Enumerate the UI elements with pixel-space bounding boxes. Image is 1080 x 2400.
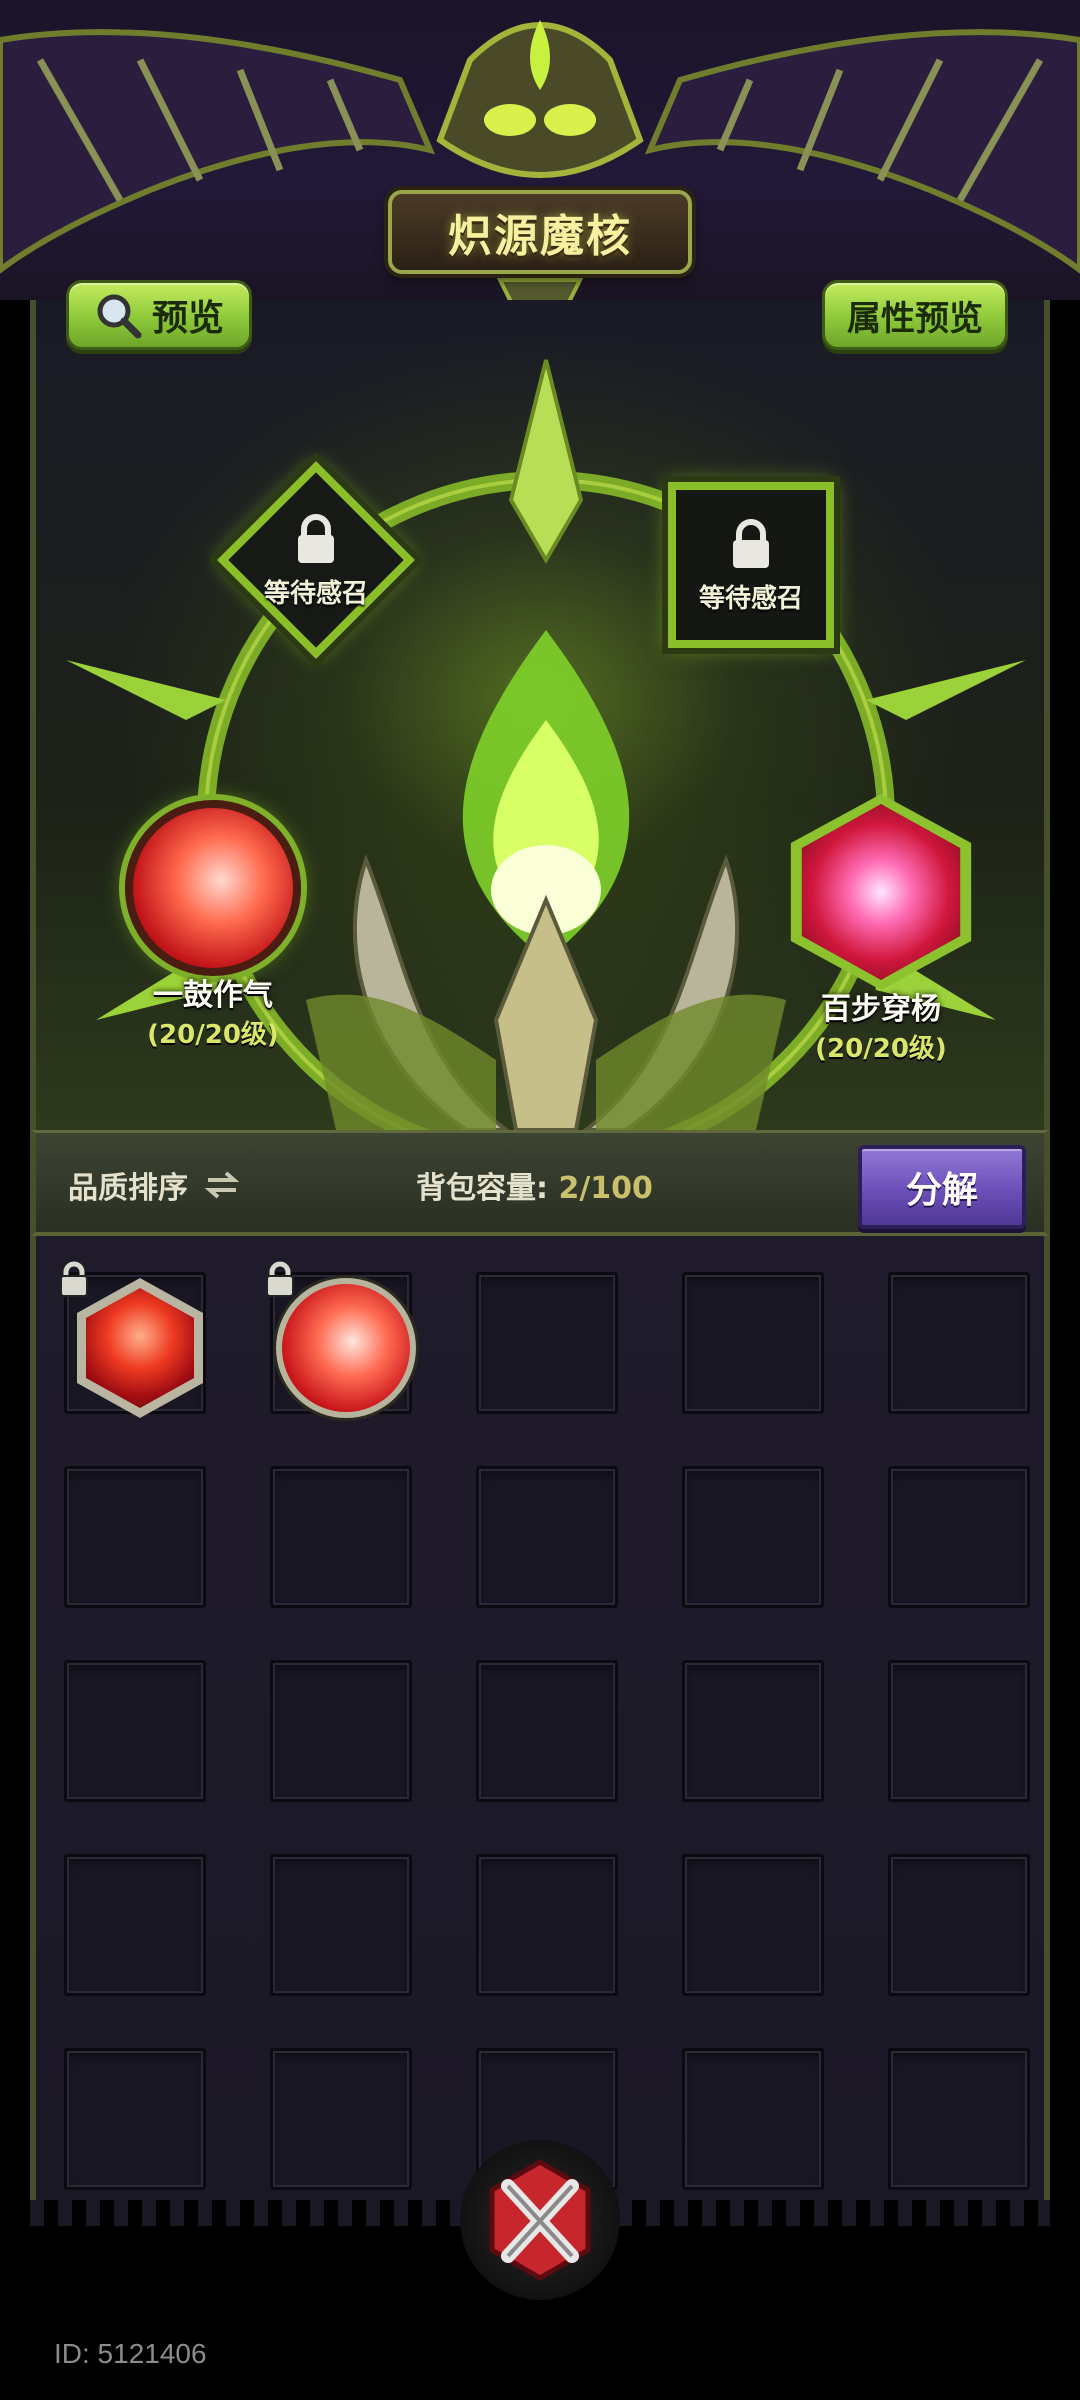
inventory-grid (30, 1236, 1050, 2216)
attribute-preview-label: 属性预览 (847, 298, 983, 339)
locked-slot-label: 等待感召 (698, 583, 803, 614)
inventory-slot[interactable] (888, 1272, 1030, 1414)
lock-icon (297, 513, 334, 563)
close-button[interactable] (460, 2140, 620, 2300)
inventory-slot[interactable] (682, 1466, 824, 1608)
locked-slot-label: 等待感召 (263, 578, 368, 609)
inventory-slot[interactable] (682, 1854, 824, 1996)
bag-capacity: 背包容量: 2/100 (416, 1163, 653, 1207)
inventory-item[interactable] (266, 1261, 416, 1418)
inventory-item[interactable] (60, 1261, 210, 1418)
lock-icon (733, 518, 769, 568)
inventory-slot[interactable] (888, 2048, 1030, 2190)
inventory-slot[interactable] (270, 1854, 412, 1996)
locked-slot-left[interactable]: 等待感召 (216, 460, 416, 660)
inventory-slot[interactable] (64, 1854, 206, 1996)
inventory-slot[interactable] (476, 1660, 618, 1802)
decompose-label: 分解 (905, 1170, 978, 1211)
equipped-skill-left[interactable]: 一鼓作气 (20/20级) (108, 800, 318, 1051)
inventory-slot[interactable] (476, 1466, 618, 1608)
inventory-slot[interactable] (270, 1466, 412, 1608)
page-title: 炽源魔核 (448, 211, 632, 262)
screen: 炽源魔核 等待感召 等待感召 一鼓作气 (20/20级) 百步穿杨 (20/20… (0, 0, 1080, 2400)
preview-button[interactable]: 预览 (66, 280, 252, 350)
user-id: ID: 5121406 (54, 2338, 207, 2369)
title-plate: 炽源魔核 (388, 190, 692, 274)
inventory-slot[interactable] (888, 1466, 1030, 1608)
equipped-skill-right[interactable]: 百步穿杨 (20/20级) (776, 794, 986, 1065)
preview-label: 预览 (151, 298, 224, 339)
inventory-slot[interactable] (64, 1466, 206, 1608)
inventory-slot[interactable] (888, 1854, 1030, 1996)
capacity-label: 背包容量: (416, 1171, 559, 1206)
altar-scene: 等待感召 等待感召 一鼓作气 (20/20级) 百步穿杨 (20/20级) (30, 300, 1050, 1130)
hex-frame (790, 794, 972, 990)
skill-level: (20/20级) (147, 1020, 279, 1050)
locked-slot-right[interactable]: 等待感召 (668, 482, 834, 648)
decompose-button[interactable]: 分解 (858, 1145, 1026, 1229)
lock-icon (60, 1261, 88, 1297)
quality-sort-button[interactable]: 品质排序 (68, 1163, 240, 1207)
skill-name: 一鼓作气 (153, 978, 273, 1013)
inventory-slot[interactable] (888, 1660, 1030, 1802)
inventory-slot[interactable] (64, 1660, 206, 1802)
inventory-toolbar: 品质排序 背包容量: 2/100 分解 (30, 1130, 1050, 1236)
skill-name: 百步穿杨 (821, 992, 941, 1027)
inventory-slot[interactable] (476, 1854, 618, 1996)
inventory-slot[interactable] (682, 1660, 824, 1802)
search-icon (97, 294, 142, 339)
inventory-slot[interactable] (476, 1272, 618, 1414)
inventory-slot[interactable] (682, 2048, 824, 2190)
piercing-arrow-hex-icon (801, 804, 961, 980)
attribute-preview-button[interactable]: 属性预览 (822, 280, 1008, 350)
inventory-slot[interactable] (270, 1660, 412, 1802)
sort-label: 品质排序 (68, 1171, 188, 1206)
swap-arrows-icon (204, 1171, 240, 1199)
inventory-slot[interactable] (270, 2048, 412, 2190)
crossed-blades-close-icon (489, 2159, 591, 2281)
inventory-slot[interactable] (64, 2048, 206, 2190)
lock-icon (266, 1261, 294, 1297)
capacity-value: 2/100 (558, 1171, 653, 1206)
header-banner: 炽源魔核 (0, 0, 1080, 300)
red-sword-orb-icon (125, 800, 301, 976)
skill-level: (20/20级) (815, 1034, 947, 1064)
inventory-slot[interactable] (682, 1272, 824, 1414)
